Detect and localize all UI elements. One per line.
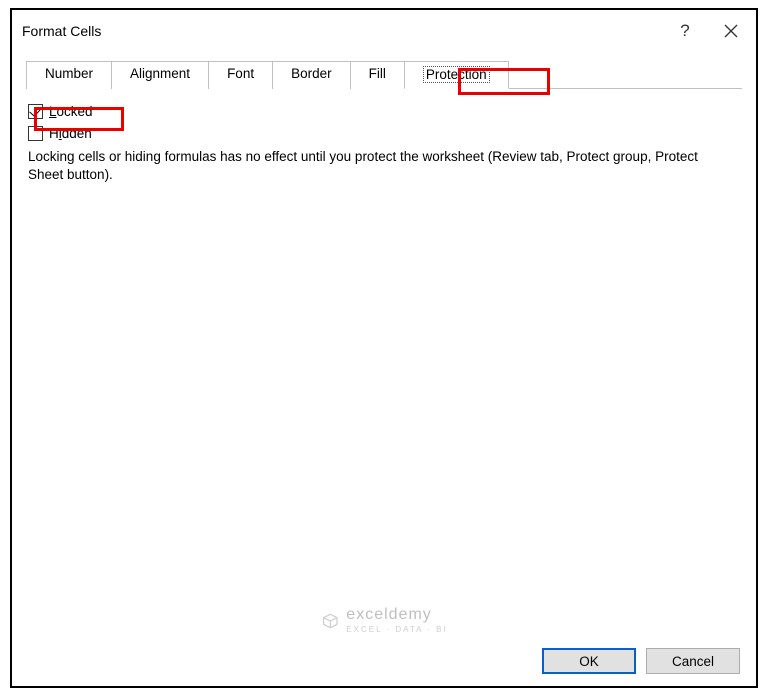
- format-cells-dialog: Format Cells ? Number Alignment Font Bor…: [14, 12, 754, 684]
- tab-strip: Number Alignment Font Border Fill Protec…: [26, 60, 742, 89]
- close-button[interactable]: [708, 12, 754, 50]
- locked-label: Locked: [49, 104, 93, 119]
- tab-protection[interactable]: Protection: [404, 61, 509, 89]
- tab-fill[interactable]: Fill: [350, 61, 405, 89]
- watermark-tagline: EXCEL · DATA · BI: [346, 626, 447, 634]
- hidden-label: Hidden: [49, 126, 92, 141]
- watermark-icon: [320, 611, 340, 631]
- watermark-brand: exceldemy: [346, 607, 431, 623]
- titlebar: Format Cells ?: [14, 12, 754, 50]
- tab-border[interactable]: Border: [272, 61, 351, 89]
- tab-number[interactable]: Number: [26, 61, 112, 89]
- protection-description: Locking cells or hiding formulas has no …: [28, 148, 728, 184]
- help-button[interactable]: ?: [662, 12, 708, 50]
- watermark: exceldemy EXCEL · DATA · BI: [320, 607, 447, 634]
- locked-row: Locked: [28, 104, 740, 119]
- dialog-title: Format Cells: [22, 23, 662, 39]
- close-icon: [724, 24, 738, 38]
- tab-font[interactable]: Font: [208, 61, 273, 89]
- hidden-checkbox[interactable]: [28, 126, 43, 141]
- cancel-button[interactable]: Cancel: [646, 648, 740, 674]
- button-bar: OK Cancel: [542, 648, 740, 674]
- hidden-row: Hidden: [28, 126, 740, 141]
- tab-alignment[interactable]: Alignment: [111, 61, 209, 89]
- locked-checkbox[interactable]: [28, 104, 43, 119]
- ok-button[interactable]: OK: [542, 648, 636, 674]
- tab-content: Locked Hidden Locking cells or hiding fo…: [14, 89, 754, 184]
